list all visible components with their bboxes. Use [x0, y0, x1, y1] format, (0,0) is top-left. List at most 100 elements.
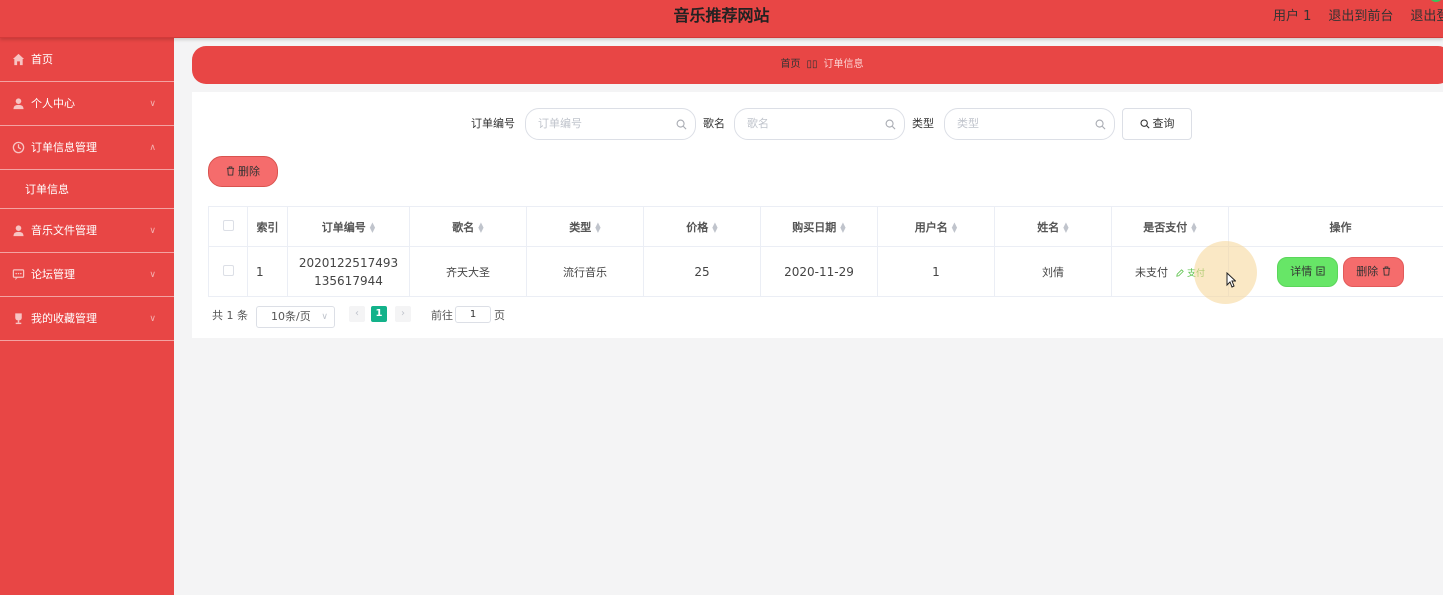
batch-delete-label: 删除 [238, 165, 260, 178]
column-header-label: 是否支付 [1143, 220, 1188, 234]
sort-icon[interactable]: ▲ ▼ [1063, 221, 1068, 233]
site-title: 音乐推荐网站 [673, 6, 770, 25]
select-all-checkbox[interactable] [222, 219, 234, 231]
sidebar-item-label: 音乐文件管理 [31, 224, 97, 237]
row-select-cell [208, 246, 248, 297]
table-row: 1 2020122517493135617944 齐天大圣 流行音乐 25 20… [208, 246, 1443, 297]
column-header-song[interactable]: 歌名 ▲ ▼ [409, 206, 527, 247]
column-header-paid[interactable]: 是否支付 ▲ ▼ [1111, 206, 1229, 247]
chevron-down-icon: ∨ [149, 314, 156, 324]
column-header-name[interactable]: 姓名 ▲ ▼ [994, 206, 1112, 247]
sort-icon[interactable]: ▲ ▼ [595, 221, 600, 233]
batch-delete-button[interactable]: 删除 [208, 156, 278, 187]
column-header-label: 姓名 [1037, 220, 1060, 234]
column-header-label: 价格 [686, 220, 709, 234]
detail-button-label: 详情 [1290, 264, 1313, 278]
sort-icon[interactable]: ▲ ▼ [370, 221, 375, 233]
sort-icon[interactable]: ▲ ▼ [478, 221, 483, 233]
order-number-input[interactable]: 订单编号 [525, 108, 696, 140]
chevron-up-icon: ∧ [149, 143, 156, 153]
column-header-label: 购买日期 [792, 220, 837, 234]
detail-button[interactable]: 详情 [1277, 256, 1338, 287]
search-icon [1139, 119, 1150, 129]
trash-icon [1382, 266, 1390, 275]
sidebar-item-label: 论坛管理 [31, 268, 75, 281]
pay-link[interactable]: 支付 [1176, 269, 1205, 279]
sort-icon[interactable]: ▲ ▼ [952, 221, 957, 233]
breadcrumb-home[interactable]: 首页 [780, 59, 800, 70]
search-bar: 订单编号 订单编号 歌名 歌名 类型 类型 查询 [192, 108, 1443, 140]
order-number-placeholder: 订单编号 [538, 117, 582, 130]
chat-icon [12, 269, 25, 281]
trophy-icon [15, 313, 22, 325]
home-icon [12, 53, 25, 66]
song-name-placeholder: 歌名 [747, 117, 769, 130]
cell-date: 2020-11-29 [760, 246, 878, 297]
goto-label: 前往 [431, 309, 453, 322]
column-header-label: 订单编号 [321, 220, 366, 234]
column-header-label: 类型 [569, 220, 592, 234]
page-number-button[interactable]: 1 [371, 306, 387, 322]
column-header-label: 歌名 [452, 220, 475, 234]
page-size-select[interactable]: 10条/页 ∨ [256, 306, 335, 328]
column-header-username[interactable]: 用户名 ▲ ▼ [877, 206, 995, 247]
sidebar-item-label: 订单信息 [25, 183, 69, 196]
sidebar-item-label: 我的收藏管理 [31, 312, 97, 325]
content-panel: 订单编号 订单编号 歌名 歌名 类型 类型 查询 删除 索引 订单编号 ▲ ▼ … [192, 92, 1443, 338]
user-name-link[interactable]: 用户 1 [1273, 9, 1311, 24]
query-button[interactable]: 查询 [1122, 108, 1192, 140]
sidebar-item-favorites[interactable]: 我的收藏管理 ∨ [0, 297, 174, 341]
column-header-label: 用户名 [914, 220, 948, 234]
sidebar-item-forum[interactable]: 论坛管理 ∨ [0, 253, 174, 297]
cell-paid: 未支付 支付 [1111, 246, 1229, 297]
type-placeholder: 类型 [957, 117, 979, 130]
column-header-label: 操作 [1329, 220, 1352, 234]
sort-icon[interactable]: ▲ ▼ [840, 221, 845, 233]
table-header-row: 索引 订单编号 ▲ ▼ 歌名 ▲ ▼ 类型 ▲ ▼ 价格 ▲ ▼ 购买日期 ▲ ▼ 用户名 ▲ ▼ 姓名… [208, 206, 1443, 247]
type-label: 类型 [912, 117, 934, 130]
sidebar-item-profile[interactable]: 个人中心 ∨ [0, 82, 174, 126]
next-page-button[interactable]: › [395, 306, 411, 322]
chevron-down-icon: ∨ [149, 226, 156, 236]
cell-actions: 详情 删除 [1228, 246, 1443, 297]
row-checkbox[interactable] [222, 264, 234, 276]
column-header-price[interactable]: 价格 ▲ ▼ [643, 206, 761, 247]
cell-username: 1 [877, 246, 995, 297]
order-table: 索引 订单编号 ▲ ▼ 歌名 ▲ ▼ 类型 ▲ ▼ 价格 ▲ ▼ 购买日期 ▲ ▼ 用户名 ▲ ▼ 姓名… [208, 206, 1443, 297]
sidebar-item-home[interactable]: 首页 [0, 38, 174, 82]
user-icon [13, 98, 24, 110]
song-name-input[interactable]: 歌名 [734, 108, 905, 140]
search-icon [676, 119, 687, 130]
header-links: 用户 1 退出到前台 退出登录 [1273, 0, 1443, 32]
sidebar: 首页 个人中心 ∨ 订单信息管理 ∧ 订单信息 音乐文件管理 ∨ 论坛管理 ∨ … [0, 38, 174, 595]
main-content: 首页 ▯▯ 订单信息 订单编号 订单编号 歌名 歌名 类型 类型 查询 删除 索… [174, 38, 1443, 595]
breadcrumb-current: 订单信息 [823, 59, 864, 70]
prev-page-button[interactable]: ‹ [349, 306, 365, 322]
column-header-order-no[interactable]: 订单编号 ▲ ▼ [287, 206, 410, 247]
column-header-label: 索引 [256, 220, 279, 234]
row-delete-button[interactable]: 删除 [1343, 256, 1404, 287]
sidebar-item-order-management[interactable]: 订单信息管理 ∧ [0, 126, 174, 170]
sidebar-item-label: 个人中心 [31, 97, 75, 110]
trash-icon [226, 166, 235, 176]
document-icon [1316, 266, 1325, 275]
sidebar-item-label: 订单信息管理 [31, 141, 97, 154]
goto-page-input[interactable]: 1 [455, 306, 491, 323]
user-icon [13, 225, 24, 237]
type-input[interactable]: 类型 [944, 108, 1115, 140]
page-unit-label: 页 [494, 309, 505, 322]
column-header-date[interactable]: 购买日期 ▲ ▼ [760, 206, 878, 247]
row-delete-label: 删除 [1356, 264, 1379, 278]
clock-icon [12, 141, 25, 154]
cell-type: 流行音乐 [526, 246, 644, 297]
column-header-actions: 操作 [1228, 206, 1443, 247]
sidebar-subitem-order-info[interactable]: 订单信息 [0, 170, 174, 209]
sidebar-item-music-files[interactable]: 音乐文件管理 ∨ [0, 209, 174, 253]
search-icon [1095, 119, 1106, 130]
sort-icon[interactable]: ▲ ▼ [1191, 221, 1196, 233]
sort-icon[interactable]: ▲ ▼ [712, 221, 717, 233]
cell-order-no-text: 2020122517493135617944 [298, 255, 399, 288]
back-to-front-link[interactable]: 退出到前台 [1328, 9, 1393, 24]
column-header-type[interactable]: 类型 ▲ ▼ [526, 206, 644, 247]
logout-link[interactable]: 退出登录 [1410, 9, 1443, 24]
